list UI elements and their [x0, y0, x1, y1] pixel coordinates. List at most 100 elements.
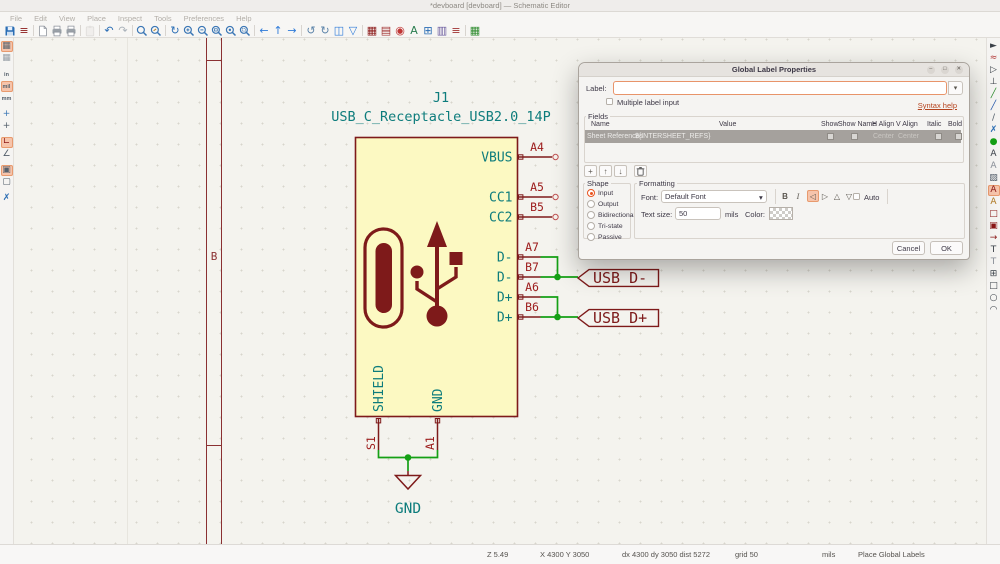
menu-file[interactable]: File [4, 14, 28, 23]
minimize-icon[interactable]: – [927, 66, 936, 75]
orientation-right-button[interactable]: ▷ [819, 190, 831, 202]
paste-button[interactable] [83, 24, 97, 37]
dialog-titlebar[interactable]: Global Label Properties [579, 63, 969, 77]
shape-radio-passive[interactable] [587, 233, 595, 241]
units-mm-button[interactable]: mm [1, 93, 13, 104]
shape-radio-tri-state[interactable] [587, 222, 595, 230]
close-icon[interactable]: ✕ [955, 66, 964, 75]
hv-lines-only-button[interactable]: ∟ [1, 137, 13, 148]
find-button[interactable] [135, 24, 149, 37]
italic-button[interactable]: I [792, 190, 804, 202]
add-netclass-directive-button[interactable]: A [988, 161, 1000, 172]
print-button[interactable] [50, 24, 64, 37]
add-rectangle-button[interactable]: □ [988, 281, 1000, 292]
add-circle-button[interactable]: ○ [988, 293, 1000, 304]
zoom-objects-button[interactable] [224, 24, 238, 37]
bill-of-materials-button[interactable]: ≡ [449, 24, 463, 37]
cancel-button[interactable]: Cancel [892, 241, 925, 255]
add-power-port-button[interactable]: ⊥ [988, 77, 1000, 88]
show-name-checkbox[interactable] [851, 133, 858, 140]
show-hidden-fields-button[interactable]: ▢ [1, 177, 13, 188]
shape-radio-input[interactable] [587, 189, 595, 197]
menu-view[interactable]: View [53, 14, 81, 23]
cursor-small-button[interactable]: + [1, 109, 13, 120]
units-inches-button[interactable]: in [1, 69, 13, 80]
bold-checkbox[interactable] [955, 133, 962, 140]
add-wire-button[interactable]: ╱ [988, 89, 1000, 100]
multiple-label-checkbox[interactable] [606, 98, 613, 105]
open-pcb-editor-button[interactable]: ▦ [468, 24, 482, 37]
move-field-up-button[interactable]: ↑ [599, 165, 612, 177]
orientation-up-button[interactable]: △ [831, 190, 843, 202]
find-replace-button[interactable] [149, 24, 163, 37]
add-textbox-button[interactable]: T [988, 257, 1000, 268]
add-sheet-button[interactable]: □ [988, 209, 1000, 220]
erc-check-button[interactable]: ◉ [393, 24, 407, 37]
highlight-net-button[interactable]: ≈ [988, 53, 1000, 64]
nav-up-button[interactable]: ↑ [271, 24, 285, 37]
import-sheet-pin-button[interactable]: → [988, 233, 1000, 244]
bold-button[interactable]: B [779, 190, 791, 202]
refresh-view-button[interactable]: ↻ [168, 24, 182, 37]
annotate-button[interactable]: A [407, 24, 421, 37]
nav-back-button[interactable]: ← [257, 24, 271, 37]
add-bus-entry-button[interactable]: / [988, 113, 1000, 124]
add-sheet-pin-button[interactable]: ▣ [988, 221, 1000, 232]
plot-button[interactable] [64, 24, 78, 37]
add-no-connect-button[interactable]: ✗ [988, 125, 1000, 136]
menu-preferences[interactable]: Preferences [178, 14, 230, 23]
add-global-label-button[interactable]: A [988, 185, 1000, 196]
syntax-help-link[interactable]: Syntax help [918, 101, 957, 110]
zoom-out-button[interactable] [196, 24, 210, 37]
zoom-in-button[interactable] [182, 24, 196, 37]
menu-edit[interactable]: Edit [28, 14, 53, 23]
font-select[interactable]: Default Font [661, 190, 767, 203]
add-rule-area-button[interactable]: ▨ [988, 173, 1000, 184]
menu-inspect[interactable]: Inspect [112, 14, 148, 23]
color-swatch-button[interactable] [769, 207, 793, 220]
label-input[interactable] [613, 81, 947, 95]
h-align-cell[interactable]: Center [873, 133, 894, 140]
grid-visibility-button[interactable]: ▦ [1, 41, 13, 52]
undo-button[interactable]: ↶ [102, 24, 116, 37]
cursor-full-button[interactable]: + [1, 121, 13, 132]
grid-override-button[interactable]: ▦ [1, 53, 13, 64]
italic-checkbox[interactable] [935, 133, 942, 140]
show-checkbox[interactable] [827, 133, 834, 140]
v-align-cell[interactable]: Center [898, 133, 919, 140]
field-row-sheet-references[interactable]: Sheet References ${INTERSHEET_REFS} Cent… [585, 130, 961, 143]
show-hidden-pins-button[interactable]: ▣ [1, 165, 13, 176]
symbol-library-button[interactable]: ▤ [379, 24, 393, 37]
mirror-horizontal-button[interactable]: ▽ [346, 24, 360, 37]
redo-button[interactable]: ↷ [116, 24, 130, 37]
mirror-vertical-button[interactable]: ◫ [332, 24, 346, 37]
edit-symbol-button[interactable]: ▦ [365, 24, 379, 37]
add-arc-button[interactable]: ◠ [988, 305, 1000, 316]
rotate-ccw-button[interactable]: ↺ [304, 24, 318, 37]
menu-help[interactable]: Help [230, 14, 257, 23]
add-net-label-button[interactable]: A [988, 149, 1000, 160]
add-bus-button[interactable]: ╱ [988, 101, 1000, 112]
move-field-down-button[interactable]: ↓ [614, 165, 627, 177]
shape-radio-bidirectional[interactable] [587, 211, 595, 219]
units-mils-button[interactable]: mil [1, 81, 13, 92]
select-tool-button[interactable]: ► [988, 41, 1000, 52]
label-dropdown-button[interactable]: ▾ [948, 81, 963, 95]
selection-filter-button[interactable]: ✗ [1, 193, 13, 204]
zoom-fit-button[interactable] [210, 24, 224, 37]
menu-tools[interactable]: Tools [148, 14, 178, 23]
symbol-fields-table-button[interactable]: ⊞ [421, 24, 435, 37]
shape-radio-output[interactable] [587, 200, 595, 208]
add-text-button[interactable]: T [988, 245, 1000, 256]
zoom-selection-button[interactable] [238, 24, 252, 37]
text-size-input[interactable]: 50 [675, 207, 721, 220]
add-table-button[interactable]: ⊞ [988, 269, 1000, 280]
ok-button[interactable]: OK [930, 241, 963, 255]
add-hierarchical-label-button[interactable]: A [988, 197, 1000, 208]
maximize-icon[interactable]: □ [941, 66, 950, 75]
rotate-cw-button[interactable]: ↻ [318, 24, 332, 37]
assign-footprints-button[interactable]: ▥ [435, 24, 449, 37]
save-button[interactable] [3, 24, 17, 37]
orientation-left-button[interactable]: ◁ [807, 190, 819, 202]
add-junction-button[interactable]: ● [988, 137, 1000, 148]
